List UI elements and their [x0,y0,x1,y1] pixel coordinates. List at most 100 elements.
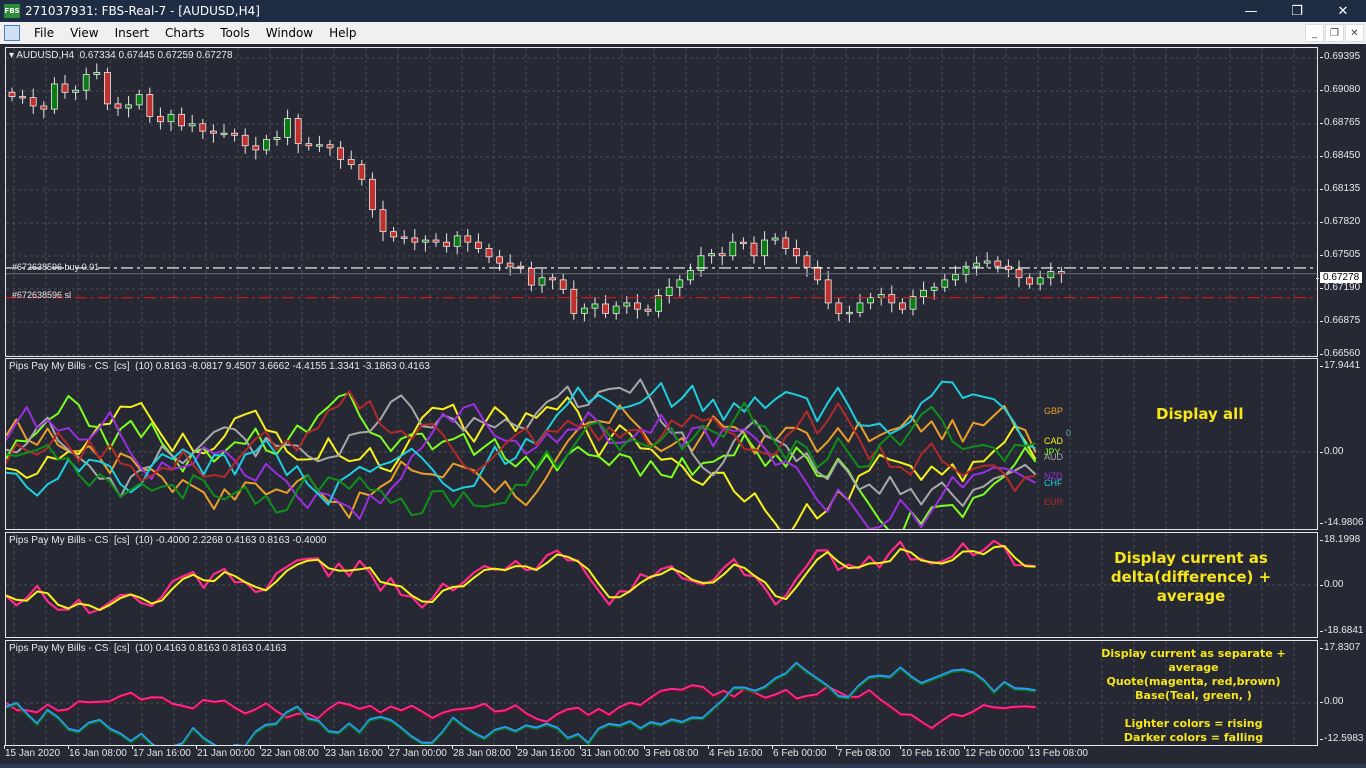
price-tick: 0.67820 [1319,216,1361,227]
bear-candle [114,103,122,109]
price-tick: 0.69395 [1319,51,1361,62]
indicator-all-axis[interactable]: 17.9441 0.00 -14.9806 [1319,358,1366,530]
label-cad: CAD [1044,436,1064,446]
bull-candle [538,277,546,286]
bull-candle [687,270,694,281]
currency-strength-all-chart [6,359,1317,529]
time-tick: 29 Jan 16:00 [516,745,575,759]
price-tick: 0.68135 [1319,183,1361,194]
mdi-minimize-button[interactable]: _ [1305,24,1324,42]
chart-window-icon[interactable] [4,25,20,41]
bull-candle [581,307,588,314]
bear-candle [252,145,260,151]
bear-candle [432,239,440,243]
bear-candle [19,96,27,99]
bear-candle [326,144,334,149]
time-tick: 7 Feb 08:00 [835,745,891,759]
bear-candle [496,256,504,264]
separate-note: Display current as separate + average Qu… [1091,647,1296,745]
bull-candle [315,144,323,147]
indicator-separate-pane[interactable]: Pips Pay My Bills - CS [cs] (10) 0.4163 … [5,640,1318,746]
time-tick: 17 Jan 16:00 [132,745,191,759]
bear-candle [835,302,843,314]
bear-candle [888,294,896,304]
bear-candle [178,113,186,127]
axis-zero: 0.00 [1319,696,1344,707]
bull-candle [453,235,461,247]
axis-min: -18.6841 [1319,625,1364,636]
axis-min: -12.5983 [1319,733,1364,744]
bear-candle [156,116,164,123]
stoploss-line-label[interactable]: #672638596 sl [12,290,71,300]
bear-candle [1058,271,1065,274]
menu-insert[interactable]: Insert [107,26,157,40]
price-tick: 0.67505 [1319,249,1361,260]
bull-candle [771,237,779,241]
order-line-label[interactable]: #672638596 buy 0.01 [12,262,99,272]
note-line [1091,703,1296,717]
indicator-delta-axis[interactable]: 18.1998 0.00 -18.6841 [1319,532,1366,638]
menu-window[interactable]: Window [258,26,321,40]
delta-falling-line [6,539,1036,615]
window-title: 271037931: FBS-Real-7 - [AUDUSD,H4] [25,4,260,18]
bear-candle [644,308,652,312]
bear-candle [358,164,366,180]
bear-candle [803,255,811,268]
base-falling-line [6,664,1036,745]
menu-file[interactable]: File [26,26,62,40]
bull-candle [909,296,917,310]
bear-candle [718,253,726,257]
menu-charts[interactable]: Charts [157,26,212,40]
label-eur: EUR [1044,497,1064,507]
minimize-button[interactable]: — [1228,0,1274,22]
bull-candle [920,289,927,298]
bear-candle [528,267,535,286]
bear-candle [559,279,567,290]
restore-button[interactable]: ❐ [1274,0,1320,22]
bear-candle [549,277,556,281]
price-axis[interactable]: 0.69395 0.69080 0.68765 0.68450 0.68135 … [1315,47,1366,359]
indicator-separate-axis[interactable]: 17.8307 0.00 -12.5983 [1319,640,1366,746]
bear-candle [602,303,609,314]
bear-candle [411,237,419,243]
time-tick: 12 Feb 00:00 [964,745,1024,759]
bear-candle [40,105,48,110]
quote-line [6,684,1036,730]
bear-candle [379,209,387,233]
bear-candle [464,235,472,243]
indicator-delta-pane[interactable]: Pips Pay My Bills - CS [cs] (10) -0.4000… [5,532,1318,638]
note-line: Lighter colors = rising [1124,717,1263,730]
time-tick: 13 Feb 08:00 [1028,745,1088,759]
time-tick: 28 Jan 08:00 [452,745,511,759]
mdi-restore-button[interactable]: ❐ [1325,24,1344,42]
time-tick: 31 Jan 00:00 [580,745,639,759]
base-line [6,661,1036,745]
menu-help[interactable]: Help [321,26,364,40]
indicator-all-pane[interactable]: Pips Pay My Bills - CS [cs] (10) 0.8163 … [5,358,1318,530]
current-price-label: 0.67278 [1315,272,1363,283]
bull-candle [708,253,715,257]
bull-candle [983,260,991,264]
fbs-logo-icon: FBS [4,4,20,18]
indicator-separate-header: Pips Pay My Bills - CS [cs] (10) 0.4163 … [9,643,287,654]
mdi-close-button[interactable]: ✕ [1345,24,1364,42]
axis-max: 18.1998 [1319,534,1361,545]
strength-line-usd [6,401,1036,517]
strength-line-jpy [6,392,1037,529]
chart-area[interactable]: ▾ AUDUSD,H4 0.67334 0.67445 0.67259 0.67… [0,44,1366,768]
time-tick: 3 Feb 08:00 [643,745,699,759]
close-button[interactable]: ✕ [1320,0,1366,22]
menu-tools[interactable]: Tools [212,26,258,40]
time-tick: 27 Jan 00:00 [388,745,447,759]
bull-candle [1047,271,1055,279]
menu-view[interactable]: View [62,26,106,40]
bull-candle [135,94,143,106]
bear-candle [199,123,207,132]
bear-candle [390,231,398,238]
bear-candle [506,262,514,267]
bull-candle [846,311,853,315]
price-tick: 0.69080 [1319,84,1361,95]
price-chart-pane[interactable]: ▾ AUDUSD,H4 0.67334 0.67445 0.67259 0.67… [5,47,1318,357]
time-tick: 16 Jan 08:00 [68,745,127,759]
bear-candle [29,97,37,107]
